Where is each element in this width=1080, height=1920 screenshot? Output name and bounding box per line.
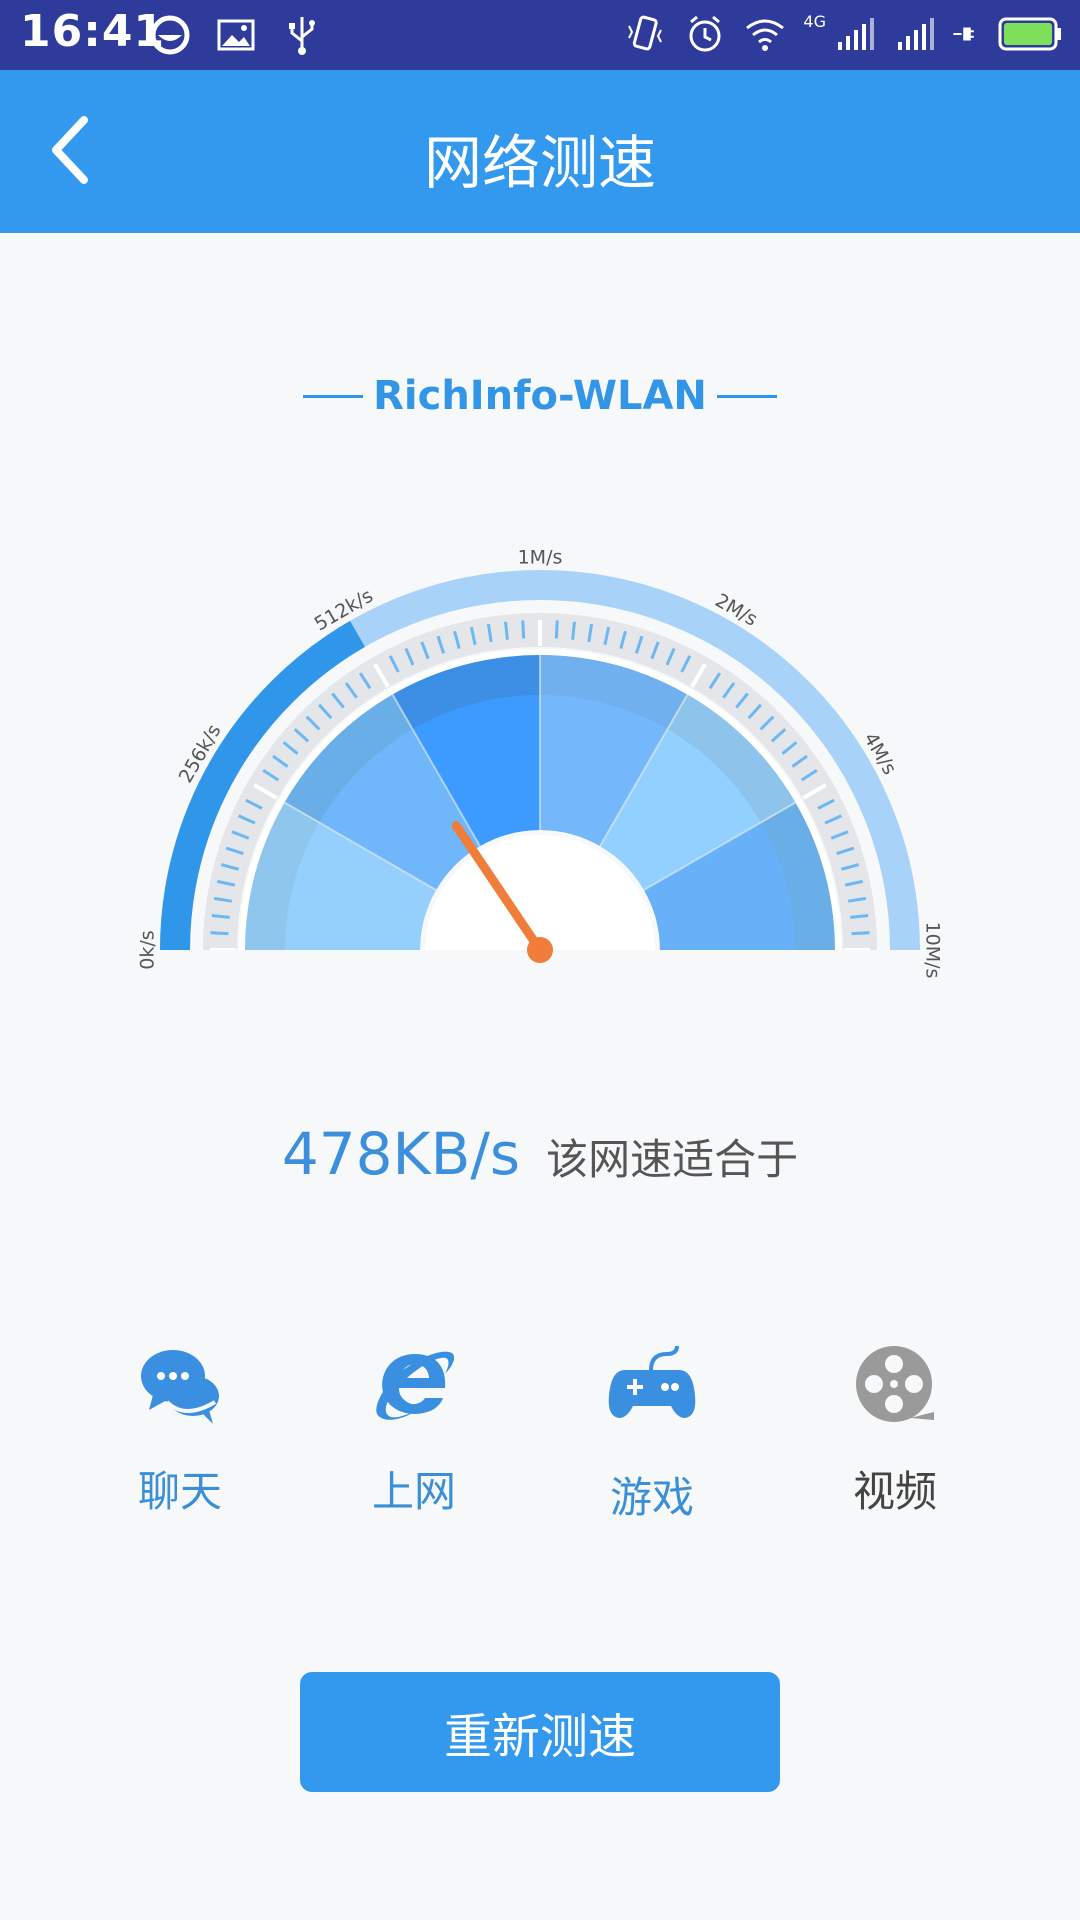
speed-gauge: 0k/s256k/s512k/s1M/s2M/s4M/s10M/s	[137, 547, 944, 1000]
gauge-tick	[210, 931, 229, 936]
chat-icon	[141, 1350, 219, 1424]
activity-label: 上网	[371, 1467, 456, 1516]
gauge-needle-hub	[527, 937, 553, 963]
gamepad-icon	[608, 1345, 696, 1418]
speed-value: 478KB/s	[281, 1120, 521, 1188]
speed-result: 478KB/s 该网速适合于	[0, 1120, 1080, 1188]
alarm-icon	[689, 15, 721, 52]
gauge-tick	[554, 620, 559, 639]
vibrate-icon	[628, 15, 663, 51]
activity-list: 聊天 上网 游戏 视频	[0, 1340, 1080, 1540]
network-name: RichInfo-WLAN	[373, 373, 707, 419]
signal-icon	[838, 18, 874, 50]
gauge-scale-label: 1M/s	[518, 547, 563, 569]
gauge-tick	[211, 914, 230, 919]
gauge-tick	[504, 621, 509, 640]
page-title: 网络测速	[423, 129, 656, 197]
charging-icon	[953, 27, 974, 41]
suitable-for-label: 该网速适合于	[546, 1135, 799, 1184]
network-name-row: RichInfo-WLAN	[0, 373, 1080, 419]
divider-right	[716, 394, 777, 398]
activity-browse[interactable]: 上网	[324, 1340, 504, 1519]
gauge-tick	[571, 621, 576, 640]
gauge-tick	[521, 620, 526, 639]
gauge-scale-label: 10M/s	[922, 922, 944, 979]
divider-left	[303, 394, 364, 398]
gauge-tick	[851, 931, 870, 936]
retest-button[interactable]: 重新测速	[300, 1672, 780, 1792]
activity-label: 游戏	[609, 1473, 694, 1522]
messenger-icon	[150, 15, 190, 55]
gauge-scale-label: 0k/s	[137, 930, 159, 969]
battery-icon	[998, 17, 1061, 51]
activity-video[interactable]: 视频	[805, 1340, 985, 1519]
wifi-icon	[746, 19, 785, 51]
status-left-icons	[148, 13, 324, 57]
activity-chat[interactable]: 聊天	[90, 1340, 270, 1519]
browser-icon	[376, 1351, 455, 1420]
activity-game[interactable]: 游戏	[562, 1340, 742, 1525]
usb-icon	[289, 17, 315, 55]
signal-icon-2	[898, 18, 934, 50]
status-right-icons: 4G	[623, 12, 1062, 56]
gauge-tick	[850, 914, 869, 919]
status-bar: 16:41 4G	[0, 0, 1080, 70]
status-time: 16:41	[20, 6, 166, 57]
activity-label: 视频	[852, 1467, 937, 1516]
image-icon	[217, 19, 255, 51]
film-reel-icon	[856, 1346, 934, 1422]
activity-label: 聊天	[137, 1467, 222, 1516]
app-bar: 网络测速	[0, 70, 1080, 233]
network-type-label: 4G	[803, 12, 826, 31]
